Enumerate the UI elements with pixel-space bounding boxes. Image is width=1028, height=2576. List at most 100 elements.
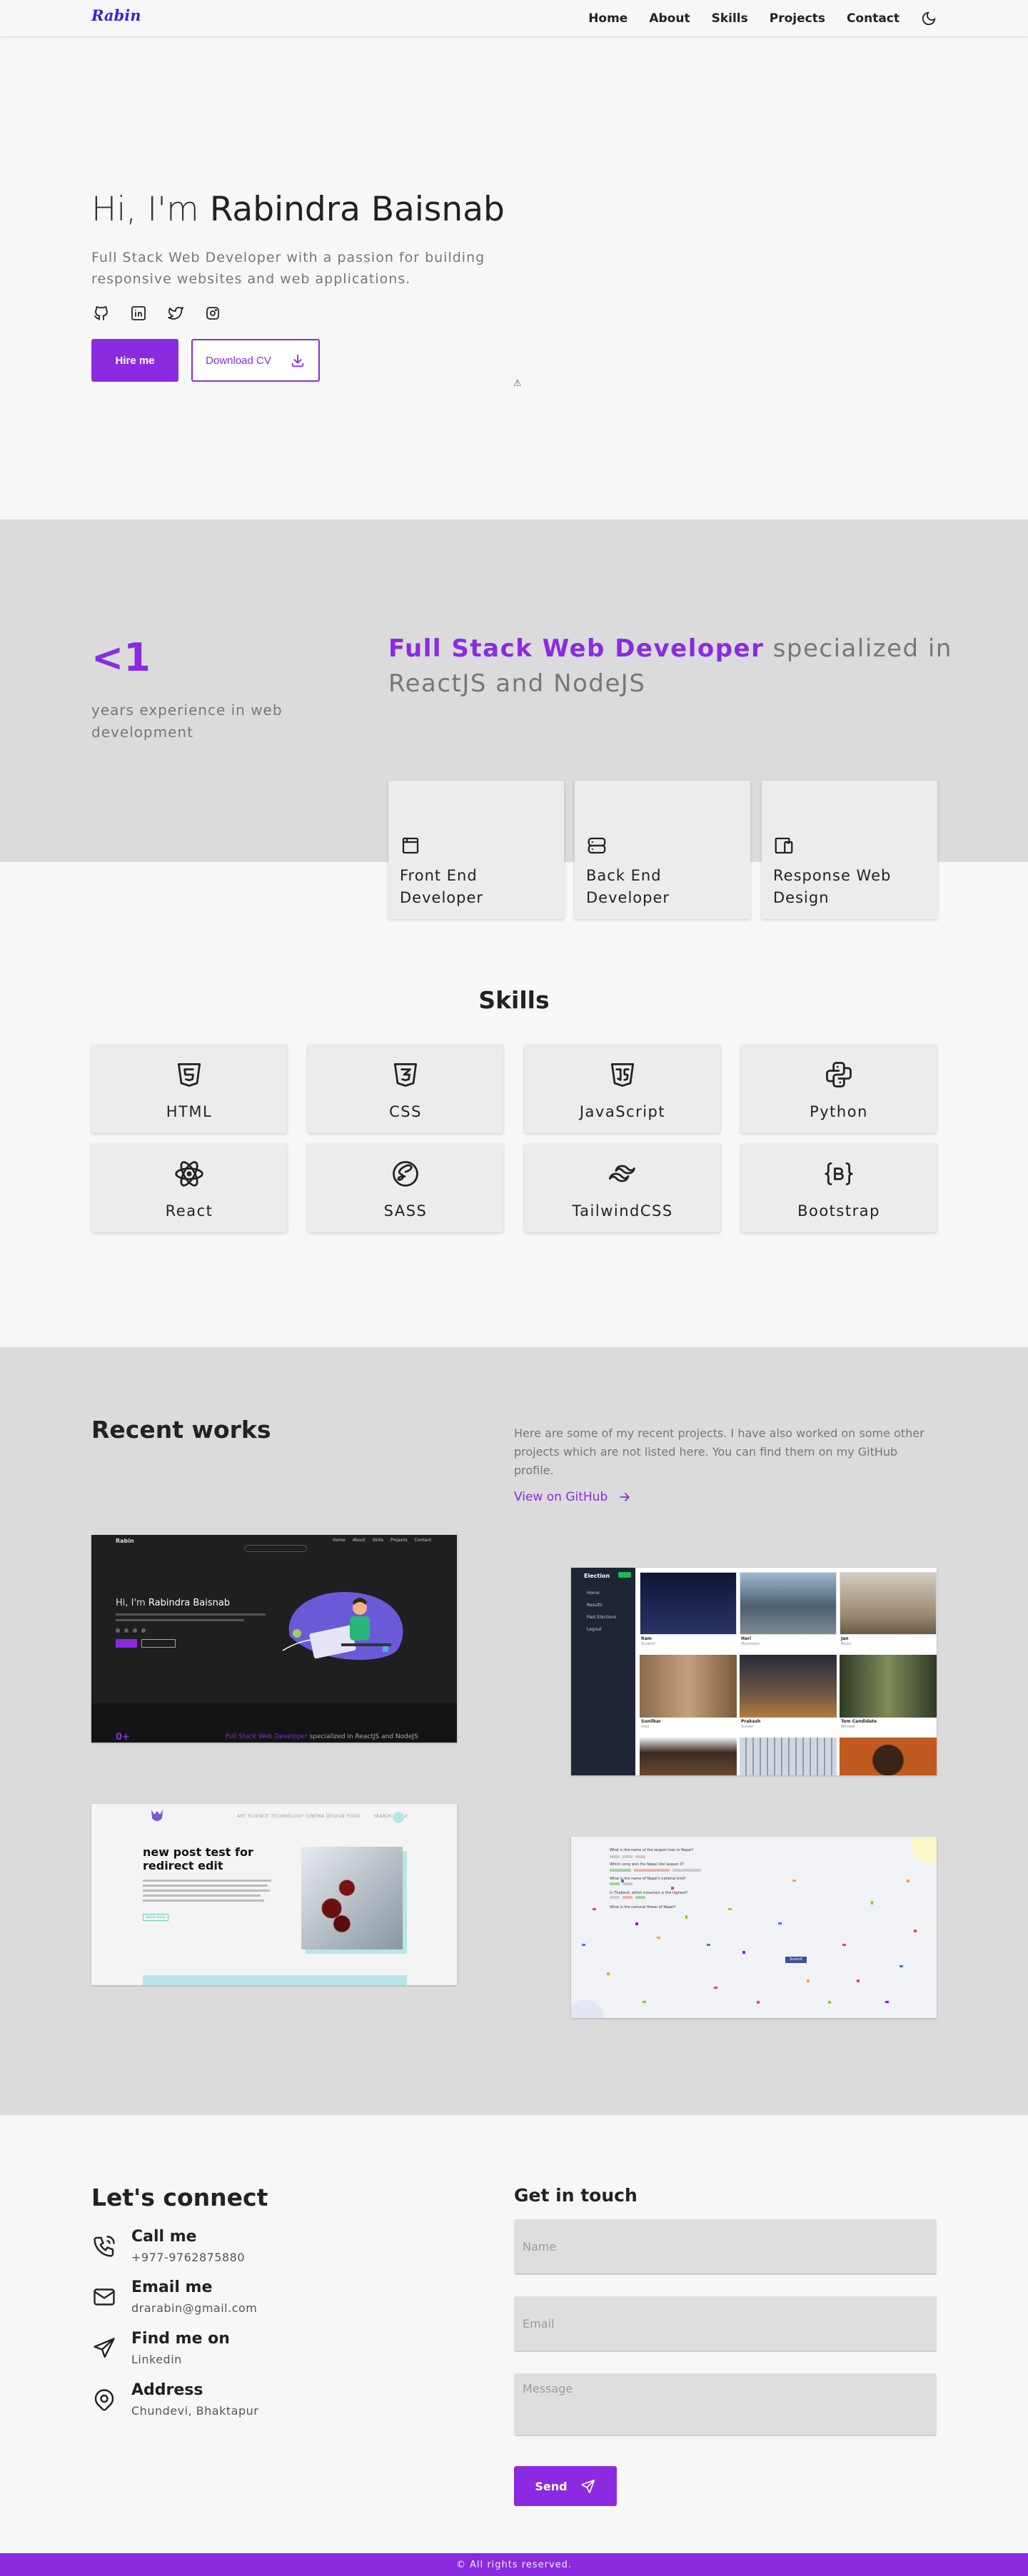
skill-label: HTML (166, 1103, 213, 1120)
connect-title: Let's connect (91, 2184, 268, 2211)
nav-link-contact[interactable]: Contact (847, 11, 900, 26)
hire-me-button[interactable]: Hire me (91, 339, 178, 382)
skill-label: Python (810, 1103, 868, 1120)
thumb2-card-sub: Rocks (841, 1642, 852, 1646)
service-label: Front End Developer (400, 867, 484, 906)
contact-value[interactable]: +977-9762875880 (131, 2251, 245, 2264)
skill-card-html: HTML (91, 1045, 287, 1133)
skill-card-sass: SASS (308, 1144, 503, 1232)
project-thumbnail-blog[interactable]: ART SCIENCE TECHNOLOGY CINEMA DESIGN FOO… (91, 1804, 457, 1985)
thumb1-bottom-text: Full Stack Web Developer specialized in … (226, 1733, 418, 1740)
thumb2-card-sub: Sunset (741, 1725, 754, 1729)
skill-label: React (165, 1202, 213, 1219)
nav-links: Home About Skills Projects Contact (588, 0, 937, 37)
arrow-right-icon (618, 1490, 632, 1504)
contact-title: Email me (131, 2278, 213, 2296)
sass-icon (390, 1158, 421, 1190)
thumb1-nav-item: Skills (372, 1538, 383, 1543)
logo[interactable]: Rabin (91, 6, 141, 24)
contact-title: Call me (131, 2228, 197, 2246)
skill-label: JavaScript (579, 1103, 666, 1120)
skills-title: Skills (478, 986, 550, 1014)
footer-text: © All rights reserved. (455, 2559, 573, 2570)
thumb2-menu: Home Results Past Elections Logout (587, 1591, 616, 1632)
view-on-github-link[interactable]: View on GitHub (514, 1490, 632, 1504)
linkedin-icon[interactable] (128, 303, 148, 323)
skill-label: SASS (383, 1202, 428, 1219)
thumb3-headline: new post test for redirect edit (143, 1845, 253, 1872)
contact-title: Find me on (131, 2330, 230, 2348)
hero-name: Rabindra Baisnab (209, 190, 505, 229)
footer: © All rights reserved. (0, 2553, 1028, 2576)
css3-icon (390, 1059, 421, 1090)
get-in-touch-title: Get in touch (514, 2185, 638, 2206)
quiz-question: Which song won the Nepal Idol season 3? (610, 1862, 685, 1867)
send-icon (580, 2478, 596, 2494)
thumb1-title: Hi, I'm Rabindra Baisnab (116, 1598, 231, 1608)
moon-icon[interactable] (921, 11, 937, 26)
hero-subtitle: Full Stack Web Developer with a passion … (91, 250, 485, 287)
thumb2-menu-item: Logout (587, 1627, 602, 1632)
quiz-question: What is the name of the largest river in… (610, 1848, 694, 1852)
nav-link-home[interactable]: Home (588, 11, 628, 26)
skill-label: CSS (389, 1103, 422, 1120)
contact-item-social: Find me on Linkedin (91, 2330, 391, 2373)
nav-link-projects[interactable]: Projects (770, 11, 825, 26)
name-field[interactable] (514, 2219, 937, 2275)
navbar: Rabin Home About Skills Projects Contact (0, 0, 1028, 37)
quiz-question: In Thailand, which mountain is the highe… (610, 1891, 688, 1895)
thumb2-card-title: Ram (641, 1636, 652, 1641)
hero-title: Hi, I'm Rabindra Baisnab (91, 190, 505, 229)
download-cv-button[interactable]: Download CV (191, 339, 320, 382)
github-icon[interactable] (91, 303, 111, 323)
message-field[interactable] (514, 2373, 937, 2436)
hero-greeting: Hi, I'm (91, 190, 199, 229)
thumb2-menu-item: Past Elections (587, 1615, 617, 1620)
thumb2-menu-item: Home (587, 1591, 600, 1596)
bootstrap-icon (823, 1158, 855, 1190)
skill-card-bootstrap: Bootstrap (741, 1144, 937, 1232)
contact-value[interactable]: Linkedin (131, 2353, 182, 2366)
project-thumbnail-quiz[interactable]: What is the name of the largest river in… (571, 1837, 937, 2018)
experience-value: <1 (91, 635, 151, 680)
nav-link-about[interactable]: About (649, 11, 690, 26)
thumb2-card-sub: Window (841, 1725, 855, 1729)
thumb2-card-sub: Student (641, 1642, 655, 1646)
twitter-icon[interactable] (166, 303, 186, 323)
quiz-question: What is the name of Nepal's national bir… (610, 1877, 686, 1881)
skill-card-tailwind: TailwindCSS (525, 1144, 720, 1232)
about-headline: Full Stack Web Developer specialized in … (388, 632, 952, 701)
javascript-icon (607, 1059, 638, 1090)
service-label: Response Web Design (773, 867, 892, 906)
email-field[interactable] (514, 2296, 937, 2352)
html5-icon (173, 1059, 205, 1090)
contact-item-email: Email me drarabin@gmail.com (91, 2278, 391, 2321)
download-cv-label: Download CV (206, 354, 271, 367)
service-card-responsive: Response Web Design (762, 781, 937, 919)
contact-item-phone: Call me +977-9762875880 (91, 2228, 391, 2271)
thumb1-nav: Home About Skills Projects Contact (333, 1538, 431, 1543)
react-icon (173, 1158, 205, 1190)
thumb2-card-sub: Mountains (741, 1642, 760, 1646)
send-button[interactable]: Send (514, 2466, 617, 2506)
experience-label: years experience in web development (91, 701, 283, 741)
contact-value[interactable]: drarabin@gmail.com (131, 2301, 257, 2315)
quiz-submit-button: Submit (785, 1957, 807, 1963)
instagram-icon[interactable] (203, 303, 223, 323)
skill-card-css: CSS (308, 1045, 503, 1133)
nav-link-skills[interactable]: Skills (712, 11, 748, 26)
browser-window-icon (400, 835, 421, 856)
thumb1-nav-item: Home (333, 1538, 346, 1543)
service-card-frontend: Front End Developer (388, 781, 564, 919)
github-link-label: View on GitHub (514, 1490, 608, 1504)
thumb2-card-title: Tom Candidate (841, 1719, 877, 1724)
project-thumbnail-portfolio[interactable]: Rabin Home About Skills Projects Contact… (91, 1535, 457, 1743)
social-links (91, 303, 223, 323)
service-card-backend: Back End Developer (575, 781, 750, 919)
thumb3-nav: ART SCIENCE TECHNOLOGY CINEMA DESIGN FOO… (237, 1814, 361, 1819)
contact-title: Address (131, 2381, 203, 2399)
send-icon (91, 2336, 117, 2361)
skill-card-javascript: JavaScript (525, 1045, 720, 1133)
skill-label: Bootstrap (797, 1202, 880, 1219)
project-thumbnail-election[interactable]: Election Home Results Past Elections Log… (571, 1568, 937, 1775)
